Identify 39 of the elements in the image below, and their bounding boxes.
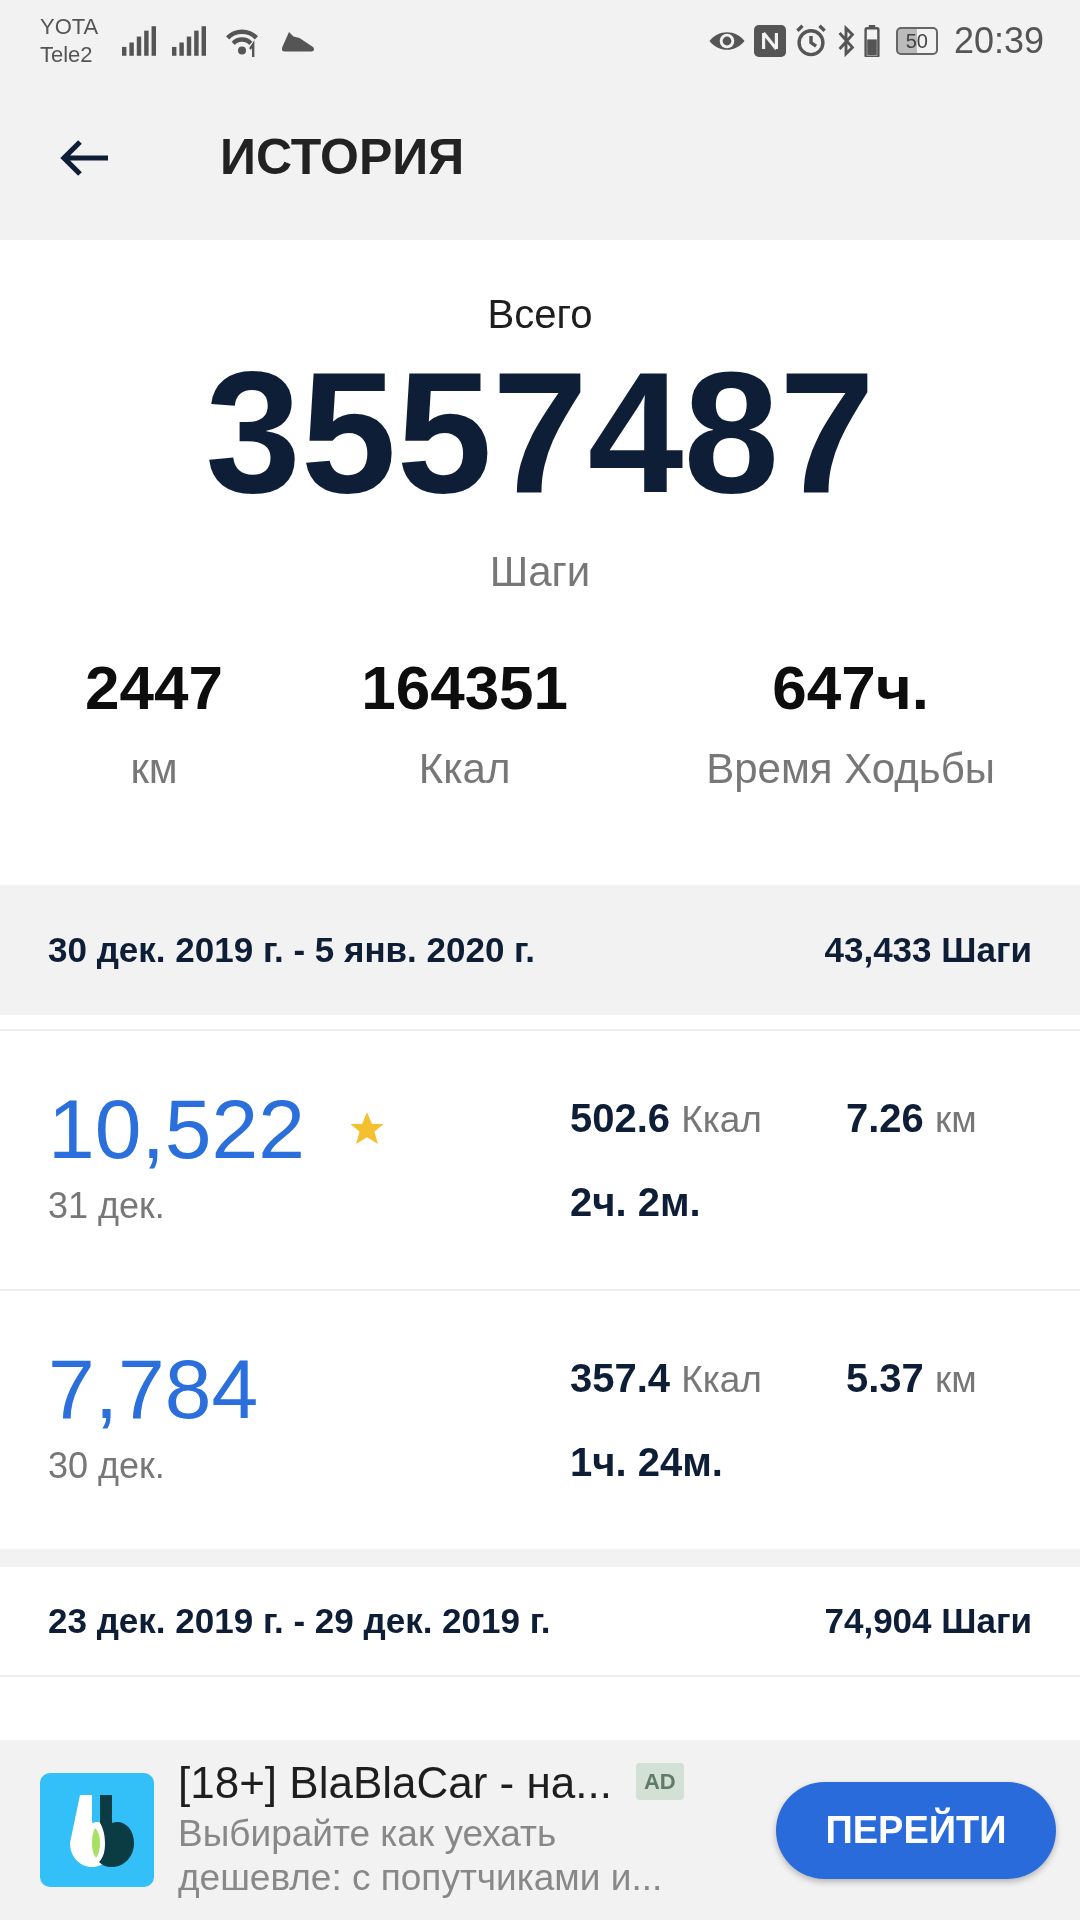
week-total: 43,433 Шаги [824,928,1032,971]
app-logo-icon [40,1773,154,1887]
ad-title: [18+] BlaBlaCar - на... [178,1759,612,1808]
ad-badge: AD [635,1763,684,1801]
day-distance: 7.26 км [846,1095,977,1142]
stat-value: 164351 [361,652,569,724]
carrier-name: Tele2 [40,40,94,69]
stat-value: 647ч. [772,652,929,724]
total-steps: 3557487 [205,346,875,518]
day-kcal: 357.4 Ккал [570,1356,762,1400]
signal-icon [172,25,207,56]
ad-description: Выбирайте как уехать дешевле: с попутчиками и... [178,1811,664,1901]
steps-unit: Шаги [489,547,591,597]
carrier-name: YOTA [40,12,99,41]
week-range: 23 дек. 2019 г. - 29 дек. 2019 г. [48,1599,551,1642]
stat-label: Ккал [418,744,511,795]
go-button[interactable]: ПЕРЕЙТИ [776,1781,1056,1879]
back-arrow-icon[interactable] [58,137,110,178]
day-kcal: 502.6 Ккал [570,1096,762,1140]
nfc-icon [753,24,786,57]
total-label: Всего [487,291,593,338]
day-date: 30 дек. [48,1444,166,1488]
day-steps: 10,522 [48,1087,305,1171]
stat-label: км [130,744,178,795]
alarm-icon [793,23,828,58]
battery-indicator: 50 [895,26,938,55]
signal-icon [122,25,157,56]
day-duration: 1ч. 24м. [570,1439,724,1486]
clock-time: 20:39 [953,18,1044,63]
screen-title: ИСТОРИЯ [220,128,465,187]
day-distance: 5.37 км [846,1355,977,1402]
battery-icon [863,24,880,57]
week-total: 74,904 Шаги [824,1599,1032,1642]
stat-label: Время Ходьбы [706,744,995,795]
day-date: 31 дек. [48,1184,166,1228]
week-range: 30 дек. 2019 г. - 5 янв. 2020 г. [48,928,535,971]
day-steps: 7,784 [48,1347,259,1431]
stat-value: 2447 [85,652,223,724]
day-duration: 2ч. 2м. [570,1179,702,1226]
